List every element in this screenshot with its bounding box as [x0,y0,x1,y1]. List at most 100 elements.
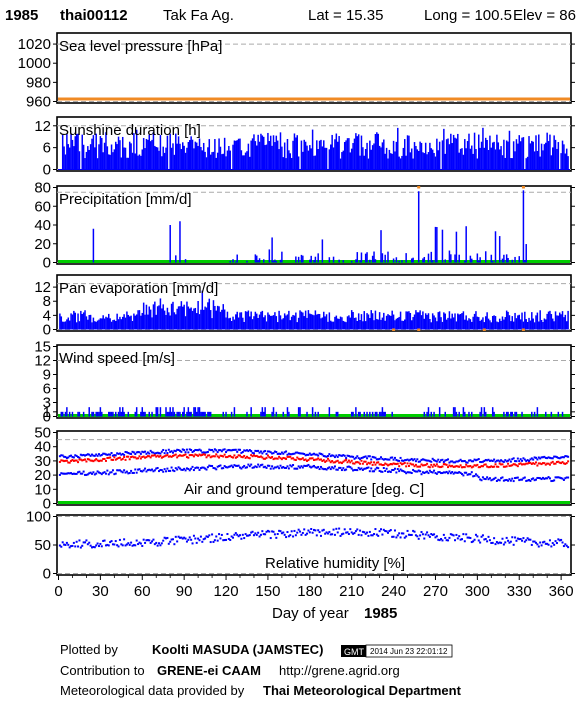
header-station-name: Tak Fa Ag. [163,7,234,24]
rh-point [537,545,540,548]
plotted-by-label: Plotted by [60,642,118,657]
temp-max-point [437,458,440,461]
rh-point [505,536,508,539]
rh-point [488,539,491,542]
rh-point [204,537,207,540]
rh-point [455,533,458,536]
temp-max-point [275,451,278,454]
temp-mean-point [121,457,124,460]
temp-min-point [431,471,434,474]
temp-min-point [95,472,98,475]
rh-point [282,531,285,534]
rh-point [393,529,396,532]
temp-mean-point [111,458,114,461]
rh-point [162,539,165,542]
rh-point [241,533,244,536]
temp-mean-point [497,465,500,468]
rh-point [424,533,427,536]
temp-min-point [82,470,85,473]
rh-point [130,541,133,544]
rh-point [392,535,395,538]
temp-max-point [206,450,209,453]
temp-max-point [328,453,331,456]
rh-point [201,540,204,543]
temp-min-point [396,468,399,471]
rh-point [399,536,402,539]
rh-point [93,546,96,549]
temp-min-point [567,476,570,479]
temp-min-point [465,471,468,474]
rh-point [292,535,295,538]
temp-min-point [257,463,260,466]
temp-max-point [171,451,174,454]
rh-point [261,530,264,533]
temp-min-point [268,464,271,467]
x-tick-label: 150 [255,583,280,600]
rh-point [465,533,468,536]
temp-mean-point [243,454,246,457]
rh-point [548,539,551,542]
rh-point [135,539,138,542]
temp-min-point [382,467,385,470]
temp-mean-point [431,465,434,468]
temp-mean-point [463,466,466,469]
temp-min-point [190,467,193,470]
temp-min-point [184,469,187,472]
rh-point [144,541,147,544]
rh-point [458,535,461,538]
rh-point [152,538,155,541]
temp-max-point [336,455,339,458]
rh-point [421,533,424,536]
temp-min-point [173,470,176,473]
temp-mean-point [192,455,195,458]
y-tick-label: 6 [43,140,51,157]
temp-min-point [142,469,145,472]
y-tick-label: 50 [34,425,51,442]
rh-point [311,531,314,534]
rh-point [511,536,514,539]
plotted-by: Koolti MASUDA (JAMSTEC) [152,642,323,657]
rh-point [198,539,201,542]
temp-max-point [352,455,355,458]
rh-point [243,537,246,540]
panel-1: 0 6 12 Sunshine duration [h] [34,116,575,179]
rh-point [155,541,158,544]
temp-mean-point [223,453,226,456]
rh-point [486,540,489,543]
temp-mean-point [441,465,444,468]
temp-min-point [377,467,380,470]
temp-mean-point [494,463,497,466]
temp-min-point [271,465,274,468]
contribution: GRENE-ei CAAM [157,663,261,678]
temp-min-point [488,477,491,480]
rh-point [209,541,212,544]
temp-max-point [343,454,346,457]
temp-min-point [121,471,124,474]
rh-point [123,538,126,541]
temp-min-point [138,468,141,471]
temp-max-point [163,452,166,455]
temp-mean-point [435,463,438,466]
temp-max-point [264,449,267,452]
rh-point [536,543,539,546]
temp-max-point [370,458,373,461]
rh-point [328,530,331,533]
temp-mean-point [406,462,409,465]
temp-mean-point [403,461,406,464]
temp-min-point [211,464,214,467]
rh-point [239,534,242,537]
rh-point [442,533,445,536]
rh-point [141,544,144,547]
rh-point [215,535,218,538]
temp-mean-point [536,464,539,467]
rh-point [426,531,429,534]
rh-point [121,544,124,547]
temp-min-point [222,467,225,470]
temp-mean-point [445,463,448,466]
rh-point [555,542,558,545]
temp-min-point [410,472,413,475]
temp-mean-point [233,454,236,457]
temp-max-point [364,455,367,458]
temp-min-point [469,473,472,476]
rh-point [194,537,197,540]
